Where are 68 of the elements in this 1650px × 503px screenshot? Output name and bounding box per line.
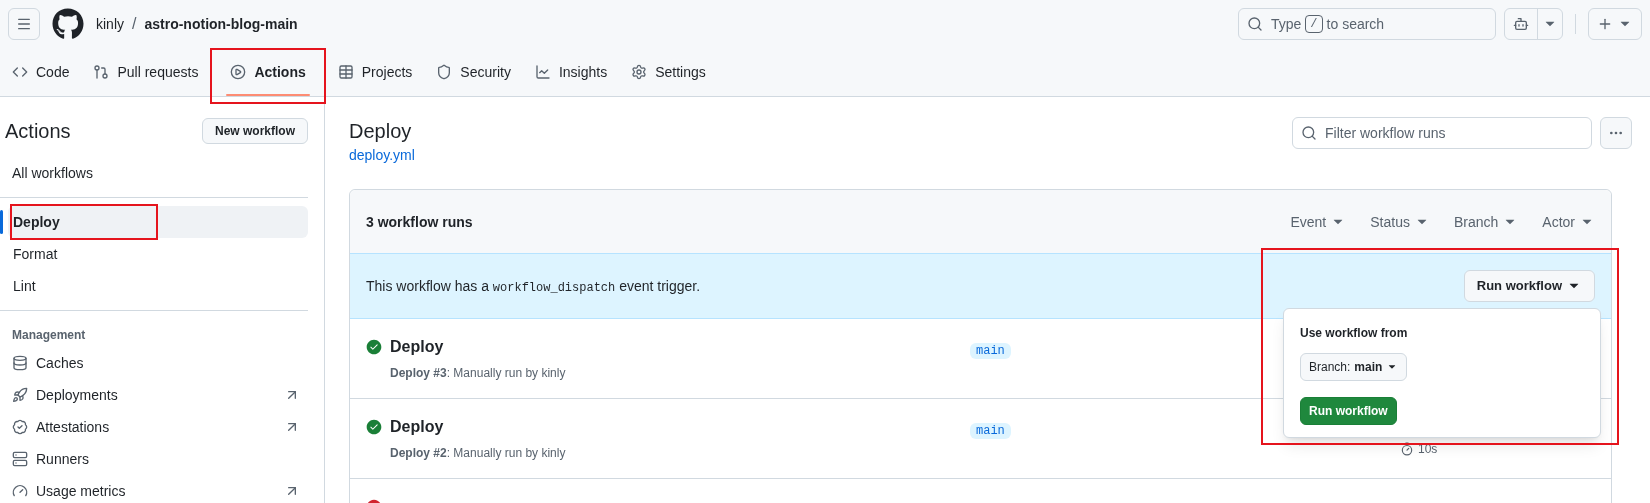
filter-dropdown[interactable]: Status [1370, 211, 1430, 232]
repo-link[interactable]: astro-notion-blog-main [144, 14, 298, 34]
banner-text: This workflow has a workflow_dispatch event trigger. [366, 277, 701, 296]
gear-icon [631, 64, 648, 80]
run-workflow-submit[interactable]: Run workflow [1300, 397, 1397, 425]
sidebar-item[interactable]: Runners [0, 443, 308, 475]
workflow-title: Deploy [349, 119, 413, 144]
sidebar-item[interactable]: Attestations [0, 411, 308, 443]
run-subtitle: Deploy #2: Manually run by kinly [390, 445, 567, 461]
robot-icon [1513, 16, 1529, 32]
sidebar-item[interactable]: All workflows [8, 157, 308, 189]
search-icon [1301, 125, 1317, 141]
sidebar-title: Actions [5, 119, 71, 144]
repo-tab[interactable]: Projects [329, 56, 421, 88]
github-logo-icon [52, 8, 84, 40]
sidebar-item[interactable]: Lint [8, 270, 308, 302]
search-placeholder: Type [1271, 15, 1302, 34]
rocket-icon [12, 387, 28, 403]
play-icon [230, 64, 247, 80]
copilot-button[interactable] [1504, 8, 1563, 40]
repo-tab[interactable]: Code [4, 56, 78, 88]
repo-tab[interactable]: Security [428, 56, 519, 88]
filter-dropdown[interactable]: Actor [1542, 211, 1595, 232]
branch-label[interactable]: main [970, 423, 1011, 439]
filter-field[interactable]: Filter workflow runs [1292, 117, 1592, 149]
run-subtitle: Deploy #3: Manually run by kinly [390, 365, 567, 381]
shield-icon [436, 64, 453, 80]
stopwatch-icon [1400, 442, 1414, 456]
filter-dropdown[interactable]: Branch [1453, 211, 1519, 232]
shortcut-key: / [1305, 15, 1323, 33]
sidebar-item[interactable]: Usage metrics [0, 475, 308, 503]
gauge-icon [12, 483, 28, 499]
plus-icon [1597, 16, 1613, 32]
runs-count: 3 workflow runs [366, 212, 473, 232]
repo-tab[interactable]: Actions [222, 56, 314, 88]
graph-icon [534, 64, 551, 80]
selected-indicator [0, 210, 3, 234]
branch-label[interactable]: main [970, 343, 1011, 359]
server-icon [12, 451, 28, 467]
create-button[interactable] [1588, 8, 1642, 40]
new-workflow-button[interactable]: New workflow [202, 118, 308, 144]
path-separator: / [132, 14, 137, 34]
branch-select-button[interactable]: Branch: main [1300, 353, 1408, 381]
workflow-file-link[interactable]: deploy.yml [349, 147, 415, 163]
badge-check-icon [12, 419, 28, 435]
database-icon [12, 355, 28, 371]
menu-icon [16, 16, 32, 32]
owner-link[interactable]: kinly [96, 14, 124, 34]
menu-button[interactable] [8, 8, 40, 40]
sidebar-item[interactable]: Deploy [8, 206, 308, 238]
sidebar-item[interactable]: Deployments [0, 379, 308, 411]
table-icon [337, 64, 354, 80]
pull-request-icon [93, 64, 110, 80]
repo-tab[interactable]: Settings [623, 56, 714, 88]
repo-tab[interactable]: Insights [526, 56, 616, 88]
filter-dropdown[interactable]: Event [1290, 211, 1347, 232]
section-heading: Management [11, 327, 87, 344]
run-workflow-button[interactable]: Run workflow [1463, 270, 1595, 302]
search-field[interactable]: Type / to search [1238, 8, 1496, 40]
sidebar-item[interactable]: Format [8, 238, 308, 270]
sidebar-item[interactable]: Caches [0, 347, 308, 379]
repo-tab[interactable]: Pull requests [85, 56, 207, 88]
code-icon [12, 64, 28, 80]
run-title[interactable]: Deploy [390, 419, 970, 435]
run-title[interactable]: Deploy [390, 339, 970, 355]
search-icon [1247, 16, 1263, 32]
search-placeholder: to search [1326, 15, 1385, 34]
popover-label: Use workflow from [1300, 325, 1409, 341]
